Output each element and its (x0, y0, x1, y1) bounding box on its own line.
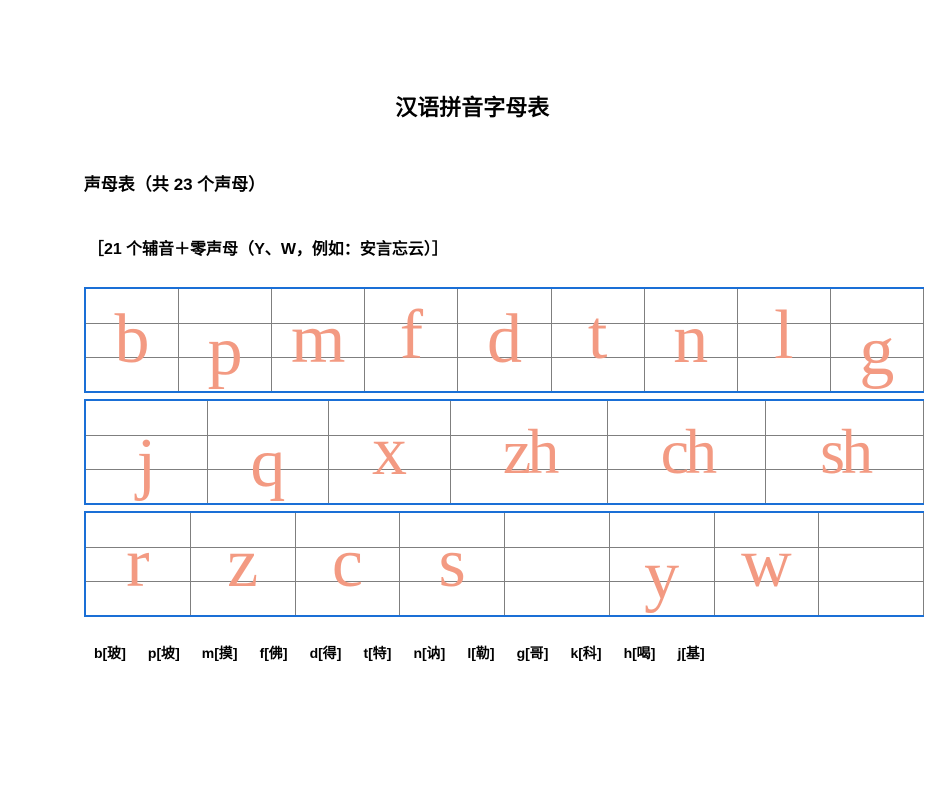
pinyin-letter: l (774, 301, 793, 371)
grid-cell: y (610, 513, 715, 615)
legend-item: d[得] (310, 643, 342, 663)
grid-cell: w (715, 513, 820, 615)
legend-row: b[玻] p[坡] m[摸] f[佛] d[得] t[特] n[讷] l[勒] … (80, 643, 865, 663)
legend-item: t[特] (363, 643, 391, 663)
pinyin-letter: j (137, 429, 156, 499)
legend-item: f[佛] (260, 643, 288, 663)
pinyin-letter: f (400, 301, 423, 371)
pinyin-letter: x (372, 417, 407, 487)
legend-item: m[摸] (202, 643, 238, 663)
grid-row: r z c s y w (84, 511, 924, 617)
grid-cell: g (831, 289, 924, 391)
pinyin-letter: sh (820, 420, 869, 484)
pinyin-letter: r (126, 529, 149, 599)
grid-cell: zh (451, 401, 609, 503)
grid-cell: ch (608, 401, 766, 503)
pinyin-letter: p (208, 317, 243, 387)
legend-item: n[讷] (413, 643, 445, 663)
grid-cell: z (191, 513, 296, 615)
grid-cell: n (645, 289, 738, 391)
legend-item: k[科] (570, 643, 601, 663)
grid-cell: f (365, 289, 458, 391)
grid-cell: b (86, 289, 179, 391)
legend-item: l[勒] (467, 643, 494, 663)
grid-cell: j (86, 401, 208, 503)
legend-item: b[玻] (94, 643, 126, 663)
grid-cell: r (86, 513, 191, 615)
legend-item: p[坡] (148, 643, 180, 663)
pinyin-letter: zh (503, 420, 555, 484)
pinyin-letter: ch (661, 420, 713, 484)
grid-cell: sh (766, 401, 924, 503)
pinyin-letter: d (487, 305, 522, 375)
legend-item: g[哥] (517, 643, 549, 663)
legend-item: j[基] (677, 643, 704, 663)
document-page: 汉语拼音字母表 声母表（共 23 个声母） ［21 个辅音＋零声母（Y、W，例如… (0, 0, 945, 663)
grid-cell: p (179, 289, 272, 391)
pinyin-letter: c (332, 529, 363, 599)
document-title: 汉语拼音字母表 (80, 90, 865, 122)
pinyin-letter: z (227, 529, 258, 599)
pinyin-letter: g (859, 317, 894, 387)
section-note: ［21 个辅音＋零声母（Y、W，例如：安言忘云）］ (80, 235, 865, 259)
grid-cell (505, 513, 610, 615)
grid-cell: s (400, 513, 505, 615)
grid-cell: t (552, 289, 645, 391)
pinyin-letter: t (588, 301, 607, 371)
grid-cell: d (458, 289, 551, 391)
legend-item: h[喝] (624, 643, 656, 663)
grid-cell: l (738, 289, 831, 391)
pinyin-letter: n (673, 305, 708, 375)
pinyin-letter: s (439, 529, 466, 599)
pinyin-letter: w (741, 529, 792, 599)
pinyin-letter: b (115, 305, 150, 375)
grid-cell: q (208, 401, 330, 503)
grid-cell (819, 513, 924, 615)
pinyin-grid: b p m f d t n l g j q x zh ch sh (84, 287, 924, 617)
pinyin-letter: y (644, 541, 679, 611)
grid-cell: c (296, 513, 401, 615)
grid-cell: m (272, 289, 365, 391)
grid-row: b p m f d t n l g (84, 287, 924, 393)
grid-cell: x (329, 401, 451, 503)
section-subtitle: 声母表（共 23 个声母） (80, 170, 865, 195)
pinyin-letter: m (291, 305, 345, 375)
grid-row: j q x zh ch sh (84, 399, 924, 505)
pinyin-letter: q (250, 429, 285, 499)
